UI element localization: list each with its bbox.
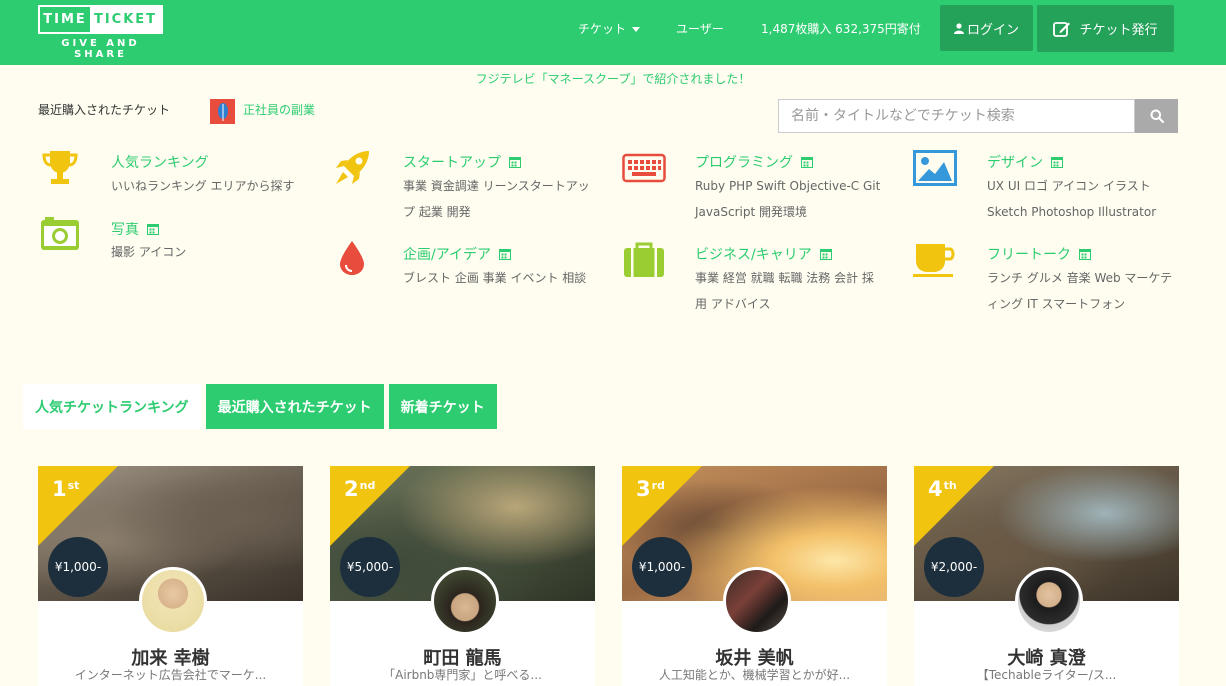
trophy-icon: [38, 148, 82, 188]
recent-ticket-link[interactable]: 正社員の副業: [243, 101, 315, 118]
ticket-search: [778, 99, 1178, 133]
publish-ticket-label: チケット発行: [1079, 23, 1158, 38]
category-programming[interactable]: プログラミング: [695, 152, 813, 172]
ticket-card[interactable]: 3rd ¥1,000- 坂井 美帆 人工知能とか、機械学習とかが好...: [622, 466, 887, 686]
time-ticket-logo[interactable]: TIME TICKET GIVE AND SHARE: [38, 5, 163, 60]
recent-ticket-thumbnail[interactable]: [210, 99, 235, 124]
search-input[interactable]: [778, 99, 1135, 133]
rank-badge: 2nd: [344, 477, 376, 501]
image-icon: [913, 148, 957, 188]
category-tags: ランチ グルメ 音楽 Web マーケティング IT スマートフォン: [987, 271, 1173, 311]
announcement-link[interactable]: フジテレビ「マネースクープ」で紹介されました！: [0, 70, 1226, 87]
nav-stats: 1,487枚購入 632,375円寄付: [761, 22, 921, 36]
card-description: インターネット広告会社でマーケ...: [74, 668, 267, 682]
avatar[interactable]: [723, 567, 791, 635]
category-tags: 事業 経営 就職 転職 法務 会計 採用 アドバイス: [695, 271, 874, 311]
card-description: 人工知能とか、機械学習とかが好...: [658, 668, 851, 682]
price-badge: ¥5,000-: [340, 537, 400, 597]
tab-popular-ranking[interactable]: 人気チケットランキング: [23, 384, 201, 429]
price-badge: ¥1,000-: [48, 537, 108, 597]
ticket-card[interactable]: 2nd ¥5,000- 町田 龍馬 「Airbnb専門家」と呼べる...: [330, 466, 595, 686]
calendar-icon: [801, 157, 813, 168]
keyboard-icon: [622, 148, 666, 188]
price-badge: ¥2,000-: [924, 537, 984, 597]
navbar: TIME TICKET GIVE AND SHARE チケット ユーザー 1,4…: [0, 0, 1226, 65]
calendar-icon: [147, 224, 159, 235]
calendar-icon: [1079, 249, 1091, 260]
user-icon: [953, 22, 964, 34]
search-icon: [1150, 109, 1164, 123]
tab-new-tickets[interactable]: 新着チケット: [388, 384, 497, 429]
calendar-icon: [1051, 157, 1063, 168]
ticket-menu-dropdown[interactable]: チケット: [578, 20, 641, 37]
recent-purchase-label: 最近購入されたチケット: [38, 103, 171, 117]
feather-icon: [217, 102, 228, 121]
category-tags: UX UI ロゴ アイコン イラスト Sketch Photoshop Illu…: [987, 179, 1157, 219]
category-popular-ranking[interactable]: 人気ランキング: [111, 152, 209, 172]
caret-down-icon: [632, 27, 641, 32]
category-business-career[interactable]: ビジネス/キャリア: [695, 244, 832, 264]
rank-badge: 3rd: [636, 477, 665, 501]
coffee-icon: [913, 240, 957, 280]
category-startup[interactable]: スタートアップ: [403, 152, 521, 172]
calendar-icon: [499, 249, 512, 260]
category-design[interactable]: デザイン: [987, 152, 1063, 172]
category-tags: 撮影 アイコン: [111, 245, 187, 259]
search-button[interactable]: [1135, 99, 1178, 133]
calendar-icon: [819, 249, 832, 260]
login-button[interactable]: ログイン: [940, 5, 1033, 51]
category-photo[interactable]: 写真: [111, 219, 159, 239]
briefcase-icon: [622, 240, 666, 280]
logo-word-time: TIME: [43, 12, 87, 27]
category-tags: いいねランキング エリアから探す: [111, 179, 295, 193]
logo-word-ticket: TICKET: [90, 7, 161, 32]
ticket-menu-label: チケット: [578, 22, 627, 36]
ticket-card[interactable]: 1st ¥1,000- 加来 幸樹 インターネット広告会社でマーケ...: [38, 466, 303, 686]
camera-icon: [38, 214, 82, 254]
nav-users-link[interactable]: ユーザー: [676, 20, 724, 37]
category-free-talk[interactable]: フリートーク: [987, 244, 1091, 264]
rank-badge: 4th: [928, 477, 957, 501]
logo-tagline: GIVE AND SHARE: [61, 38, 140, 60]
card-description: 【Techableライター/ス...: [976, 668, 1117, 682]
avatar[interactable]: [431, 567, 499, 635]
ticket-tabs: 人気チケットランキング 最近購入されたチケット 新着チケット: [23, 384, 497, 429]
login-label: ログイン: [966, 22, 1019, 38]
category-idea[interactable]: 企画/アイデア: [403, 244, 512, 264]
avatar[interactable]: [139, 567, 207, 635]
drop-icon: [330, 238, 374, 278]
avatar[interactable]: [1015, 567, 1083, 635]
category-tags: Ruby PHP Swift Objective-C Git JavaScrip…: [695, 179, 881, 219]
rocket-icon: [330, 148, 374, 188]
publish-ticket-button[interactable]: チケット発行: [1037, 5, 1174, 52]
card-description: 「Airbnb専門家」と呼べる...: [383, 668, 542, 682]
ticket-card[interactable]: 4th ¥2,000- 大崎 真澄 【Techableライター/ス...: [914, 466, 1179, 686]
category-tags: ブレスト 企画 事業 イベント 相談: [403, 271, 587, 285]
tab-recent-purchases[interactable]: 最近購入されたチケット: [205, 384, 384, 429]
edit-icon: [1053, 21, 1071, 37]
calendar-icon: [509, 157, 521, 168]
rank-badge: 1st: [52, 477, 80, 501]
category-tags: 事業 資金調達 リーンスタートアップ 起業 開発: [403, 179, 590, 219]
price-badge: ¥1,000-: [632, 537, 692, 597]
